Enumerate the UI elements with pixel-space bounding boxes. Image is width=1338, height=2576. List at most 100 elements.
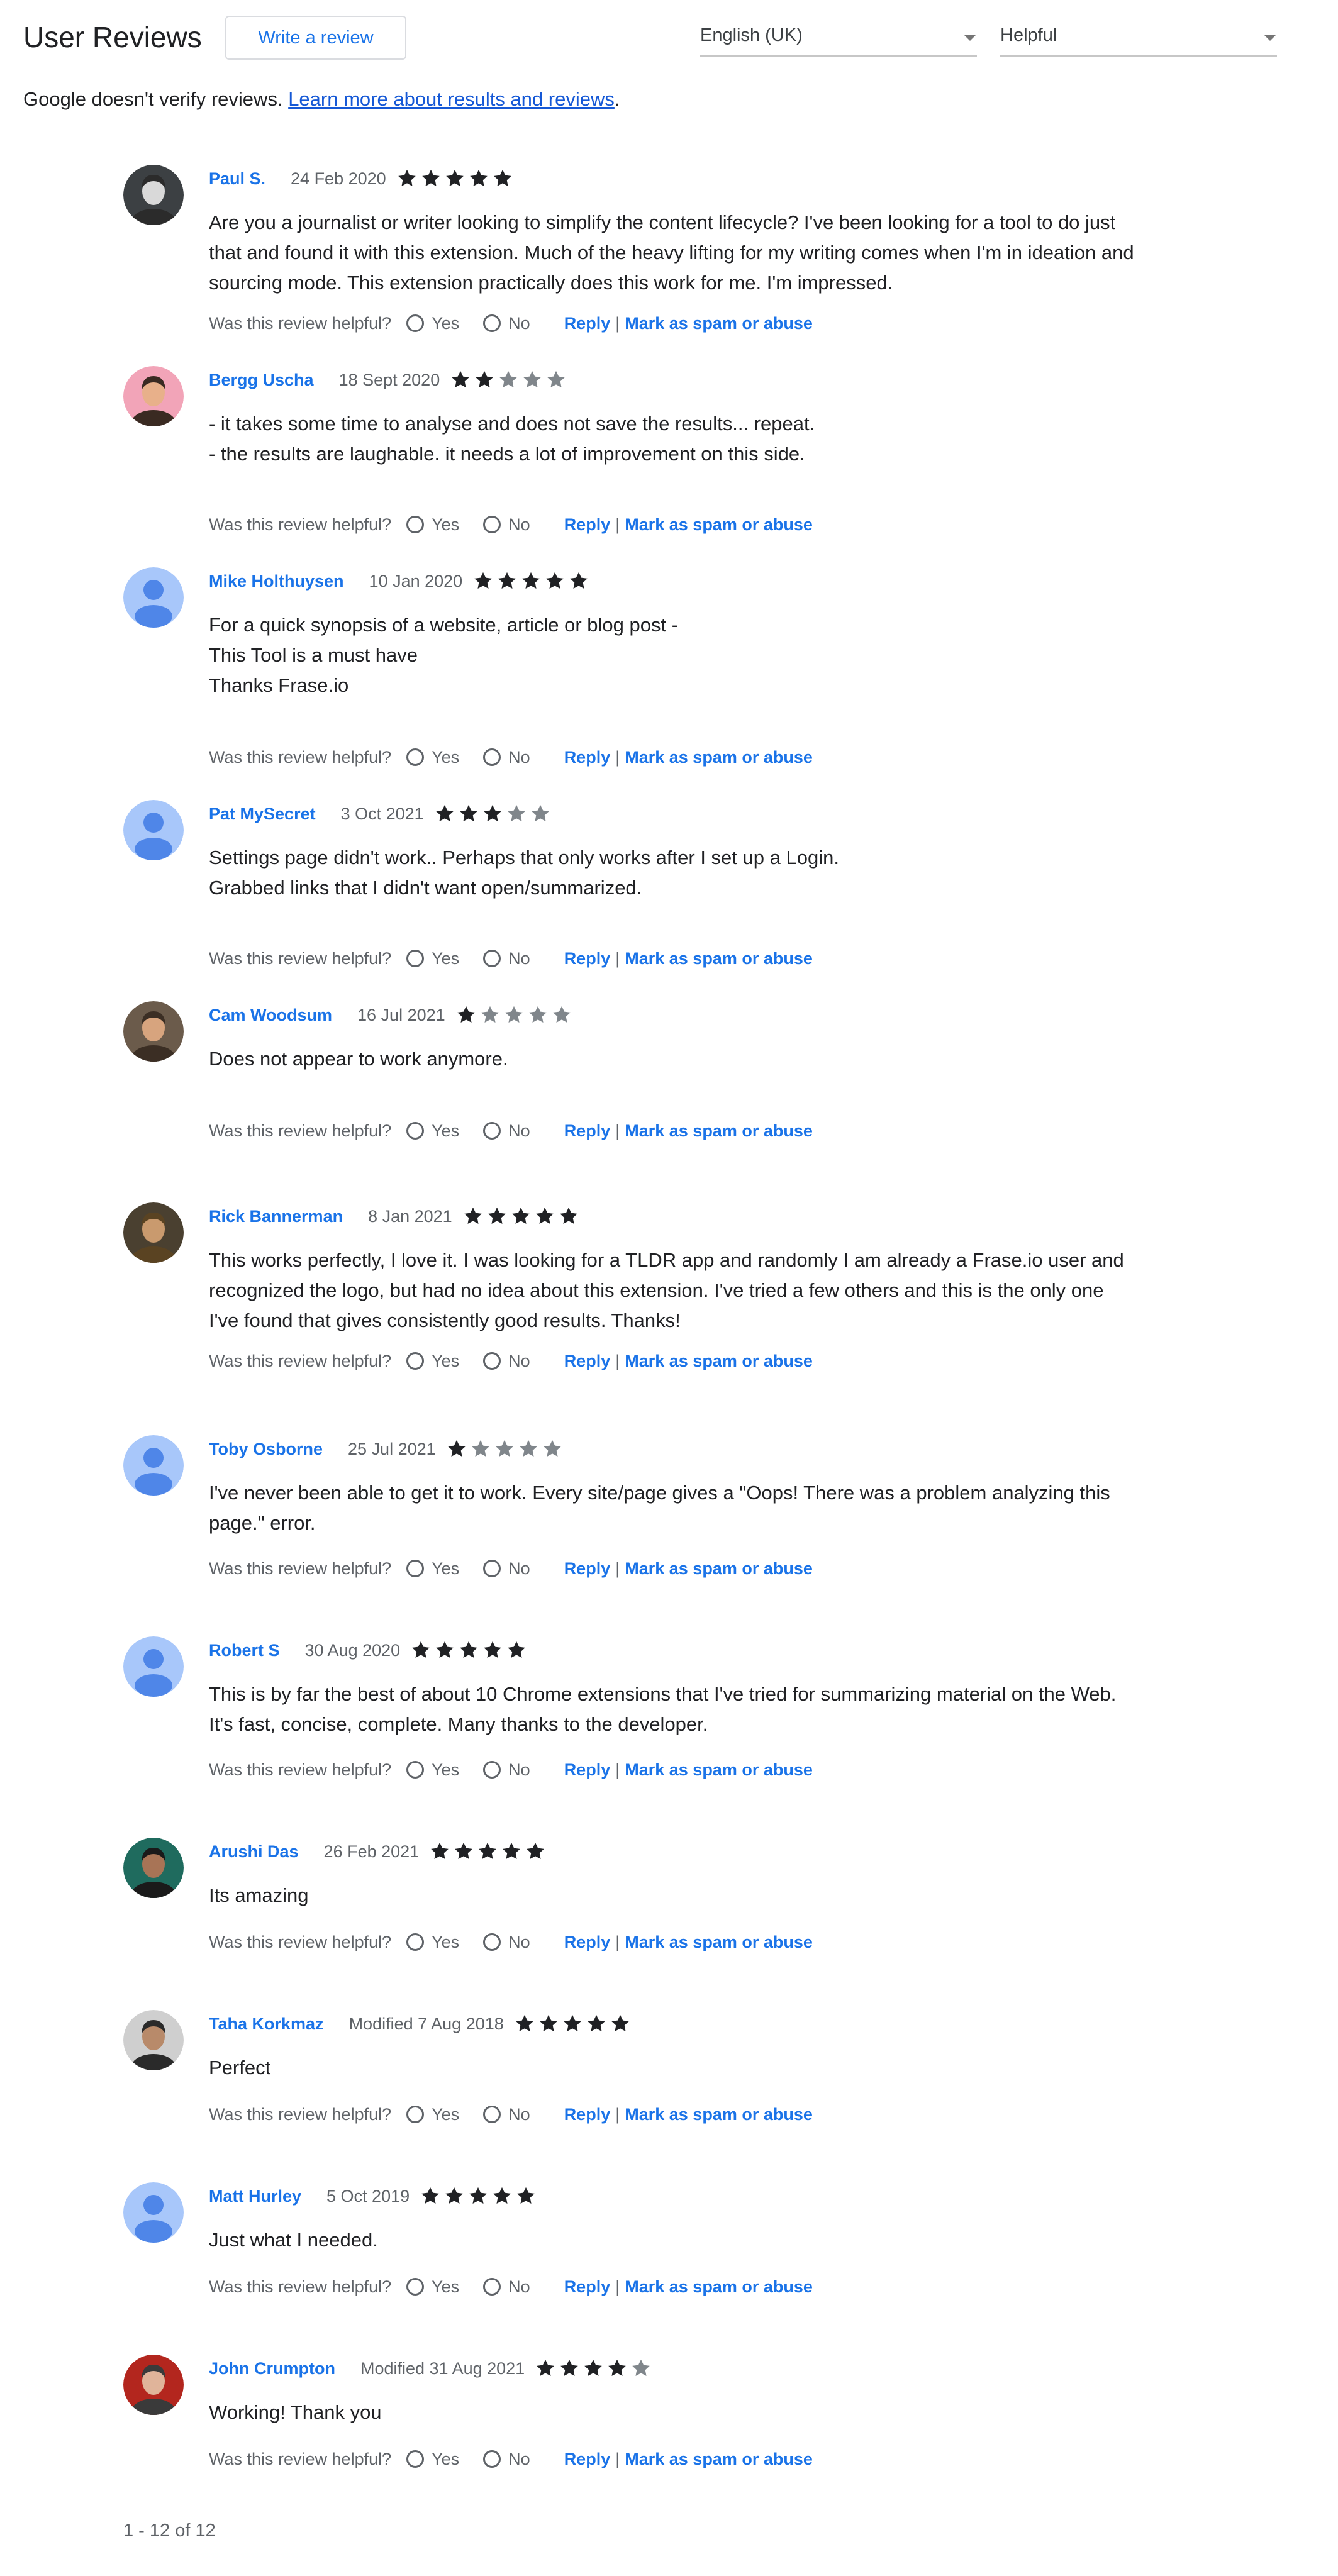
reviewer-name[interactable]: Rick Bannerman	[209, 1207, 343, 1226]
reviewer-name[interactable]: John Crumpton	[209, 2359, 335, 2379]
reviewer-name[interactable]: Pat MySecret	[209, 804, 316, 824]
reply-link[interactable]: Reply	[564, 1352, 611, 1371]
helpful-no-radio[interactable]	[483, 1352, 501, 1370]
helpful-no-radio[interactable]	[483, 314, 501, 332]
helpful-no-label: No	[508, 1932, 530, 1951]
helpful-yes-radio[interactable]	[406, 1933, 425, 1951]
avatar	[123, 2182, 184, 2243]
helpful-no-radio[interactable]	[483, 748, 501, 766]
helpful-no-radio[interactable]	[483, 516, 501, 533]
star-filled-icon	[474, 572, 492, 589]
reply-link[interactable]: Reply	[564, 2450, 611, 2469]
reply-link[interactable]: Reply	[564, 1559, 611, 1579]
helpful-yes-label: Yes	[432, 1760, 460, 1779]
reply-link[interactable]: Reply	[564, 515, 611, 535]
helpful-no-label: No	[508, 747, 530, 767]
helpful-no-radio[interactable]	[483, 2450, 501, 2468]
review-item: John Crumpton Modified 31 Aug 2021 Working…	[123, 2355, 1256, 2478]
reviewer-name[interactable]: Paul S.	[209, 169, 265, 189]
mark-spam-link[interactable]: Mark as spam or abuse	[625, 1121, 813, 1141]
learn-more-link[interactable]: Learn more about results and reviews	[288, 88, 615, 110]
mark-spam-link[interactable]: Mark as spam or abuse	[625, 1559, 813, 1579]
reviewer-name[interactable]: Toby Osborne	[209, 1440, 323, 1459]
mark-spam-link[interactable]: Mark as spam or abuse	[625, 2450, 813, 2469]
review-header: Rick Bannerman 8 Jan 2021	[209, 1204, 582, 1229]
helpful-no-radio[interactable]	[483, 2278, 501, 2296]
mark-spam-link[interactable]: Mark as spam or abuse	[625, 949, 813, 969]
reply-link[interactable]: Reply	[564, 2105, 611, 2124]
review-date: 26 Feb 2021	[323, 1841, 420, 1861]
helpful-no-radio[interactable]	[483, 1761, 501, 1779]
helpful-yes-radio[interactable]	[406, 1352, 425, 1370]
star-filled-icon	[584, 2359, 603, 2377]
helpful-no-radio[interactable]	[483, 1560, 501, 1577]
review-text: I've never been able to get it to work. …	[209, 1482, 1110, 1534]
review-item: Toby Osborne 25 Jul 2021 I've never been a…	[123, 1435, 1256, 1587]
star-rating	[535, 2358, 654, 2379]
mark-spam-link[interactable]: Mark as spam or abuse	[625, 1760, 813, 1780]
reply-link[interactable]: Reply	[564, 1933, 611, 1952]
link-separator: |	[615, 2104, 620, 2124]
mark-spam-link[interactable]: Mark as spam or abuse	[625, 1352, 813, 1371]
star-rating	[514, 2013, 633, 2035]
mark-spam-link[interactable]: Mark as spam or abuse	[625, 515, 813, 535]
helpful-no-radio[interactable]	[483, 1122, 501, 1140]
reviewer-name[interactable]: Matt Hurley	[209, 2187, 301, 2206]
helpful-yes-radio[interactable]	[406, 1560, 425, 1577]
mark-spam-link[interactable]: Mark as spam or abuse	[625, 2105, 813, 2124]
reviewer-name[interactable]: Robert S	[209, 1641, 280, 1660]
reply-link[interactable]: Reply	[564, 1760, 611, 1780]
star-filled-icon	[460, 1641, 477, 1658]
helpful-no-radio[interactable]	[483, 950, 501, 967]
link-separator: |	[615, 1760, 620, 1779]
helpful-yes-radio[interactable]	[406, 1122, 425, 1140]
helpful-yes-radio[interactable]	[406, 2106, 425, 2123]
helpful-yes-radio[interactable]	[406, 950, 425, 967]
helpful-yes-radio[interactable]	[406, 748, 425, 766]
reviewer-name[interactable]: Mike Holthuysen	[209, 572, 344, 591]
pagination-summary: 1 - 12 of 12	[123, 2521, 216, 2541]
helpful-yes-radio[interactable]	[406, 314, 425, 332]
reply-link[interactable]: Reply	[564, 748, 611, 767]
star-filled-icon	[608, 2359, 627, 2377]
write-review-button[interactable]: Write a review	[225, 16, 406, 60]
reviewer-name[interactable]: Arushi Das	[209, 1842, 299, 1862]
user-photo-icon	[123, 1202, 184, 1263]
helpful-no-label: No	[508, 2277, 530, 2296]
star-filled-icon	[503, 1842, 520, 1860]
helpful-yes-radio[interactable]	[406, 516, 425, 533]
reviewer-name[interactable]: Bergg Uscha	[209, 370, 314, 390]
reply-link[interactable]: Reply	[564, 1121, 611, 1141]
reply-link[interactable]: Reply	[564, 314, 611, 333]
reply-link[interactable]: Reply	[564, 2277, 611, 2297]
sort-select[interactable]: Helpful	[1000, 19, 1277, 57]
helpful-yes-radio[interactable]	[406, 1761, 425, 1779]
avatar	[123, 1001, 184, 1062]
helpful-yes-radio[interactable]	[406, 2450, 425, 2468]
helpful-yes-label: Yes	[432, 313, 460, 333]
helpful-yes-label: Yes	[432, 2104, 460, 2124]
mark-spam-link[interactable]: Mark as spam or abuse	[625, 314, 813, 333]
review-text: Just what I needed.	[209, 2229, 378, 2251]
helpful-yes-label: Yes	[432, 1932, 460, 1951]
review-text: Settings page didn't work.. Perhaps that…	[209, 847, 839, 899]
review-date: 3 Oct 2021	[340, 804, 424, 823]
star-filled-icon	[455, 1842, 472, 1860]
user-photo-icon	[123, 1001, 184, 1062]
reply-link[interactable]: Reply	[564, 949, 611, 969]
link-separator: |	[615, 948, 620, 968]
avatar	[123, 2010, 184, 2070]
helpful-no-radio[interactable]	[483, 1933, 501, 1951]
star-filled-icon	[421, 169, 440, 187]
mark-spam-link[interactable]: Mark as spam or abuse	[625, 2277, 813, 2297]
reviewer-name[interactable]: Taha Korkmaz	[209, 2014, 324, 2034]
mark-spam-link[interactable]: Mark as spam or abuse	[625, 748, 813, 767]
helpful-no-label: No	[508, 1121, 530, 1140]
star-filled-icon	[436, 1641, 454, 1658]
helpful-yes-radio[interactable]	[406, 2278, 425, 2296]
helpful-no-label: No	[508, 514, 530, 534]
mark-spam-link[interactable]: Mark as spam or abuse	[625, 1933, 813, 1952]
reviewer-name[interactable]: Cam Woodsum	[209, 1006, 332, 1025]
helpful-no-radio[interactable]	[483, 2106, 501, 2123]
language-select[interactable]: English (UK)	[700, 19, 977, 57]
